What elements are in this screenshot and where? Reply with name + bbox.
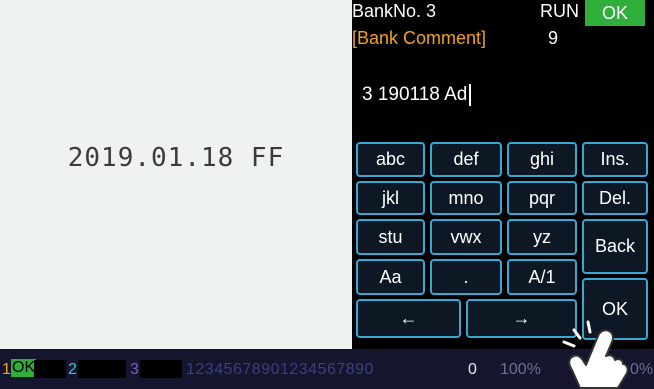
percent-right-indicator: 0% (630, 361, 654, 378)
key-stu[interactable]: stu (356, 219, 425, 255)
char-count: 9 (548, 28, 559, 48)
key-abc[interactable]: abc (356, 142, 425, 177)
key-back[interactable]: Back (582, 219, 648, 274)
channel-3-number: 3 (130, 361, 139, 378)
key-mno[interactable]: mno (430, 181, 502, 215)
ok-status-badge: OK (585, 0, 645, 26)
key-insert[interactable]: Ins. (582, 142, 648, 177)
key-delete[interactable]: Del. (582, 181, 648, 215)
channel-2-bar (78, 360, 126, 378)
digit-ruler: 12345678901234567890 (186, 361, 374, 378)
key-pqr[interactable]: pqr (507, 181, 577, 215)
key-left-arrow[interactable]: ← (356, 299, 461, 338)
key-yz[interactable]: yz (507, 219, 577, 255)
key-alpha-numeric-toggle[interactable]: A/1 (507, 259, 577, 295)
zero-indicator: 0 (468, 361, 477, 378)
run-status: RUN (540, 1, 579, 21)
channel-1-status: OK (11, 359, 37, 377)
key-vwx[interactable]: vwx (430, 219, 502, 255)
channel-2-number: 2 (68, 361, 77, 378)
bank-comment-label: [Bank Comment] (352, 28, 487, 48)
text-entry-field[interactable]: 3 190118 Ad (362, 84, 472, 106)
key-dot[interactable]: . (430, 259, 502, 295)
channel-3-bar (140, 360, 182, 378)
bank-number-label: BankNo. 3 (352, 1, 437, 21)
channel-1-bar (34, 360, 66, 378)
channel-1-number: 1 (2, 361, 11, 378)
text-cursor (469, 84, 472, 106)
entry-value: 3 190118 Ad (362, 84, 468, 106)
key-ghi[interactable]: ghi (507, 142, 577, 177)
key-def[interactable]: def (430, 142, 502, 177)
key-jkl[interactable]: jkl (356, 181, 425, 215)
editor-header: BankNo. 3 RUN OK [Bank Comment] 9 (352, 0, 654, 48)
preview-text: 2019.01.18 FF (67, 143, 285, 173)
status-bar: 1 OK 2 3 12345678901234567890 0 100% 0% (0, 349, 654, 389)
key-case-toggle[interactable]: Aa (356, 259, 425, 295)
percent-indicator: 100% (500, 361, 541, 378)
touch-hand-icon (562, 320, 629, 389)
display-preview-panel: 2019.01.18 FF (0, 0, 352, 349)
bank-editor-panel: BankNo. 3 RUN OK [Bank Comment] 9 3 1901… (352, 0, 654, 349)
